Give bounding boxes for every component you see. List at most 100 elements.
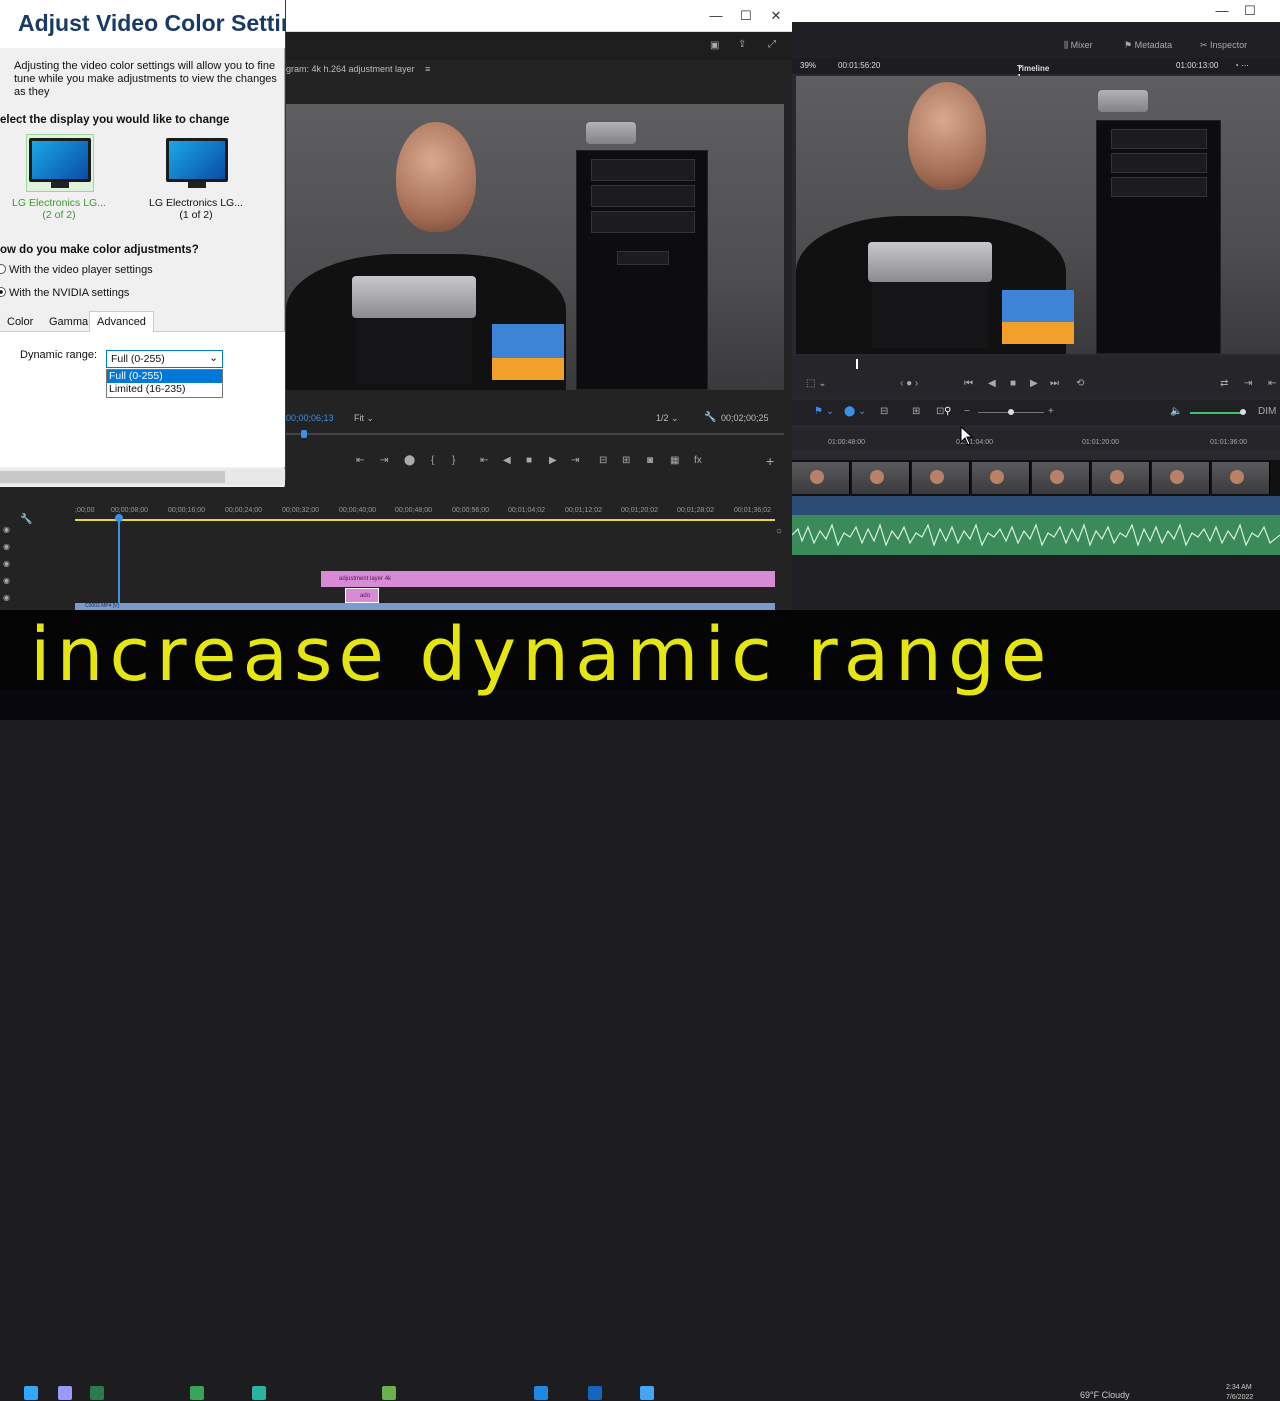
- camera-icon[interactable]: ◙: [647, 455, 653, 466]
- reverse-icon[interactable]: ◀: [988, 378, 996, 389]
- app-icon[interactable]: [382, 1386, 396, 1400]
- scroll-handle-icon[interactable]: ○: [776, 526, 782, 537]
- metadata-button[interactable]: ⚑ Metadata: [1124, 40, 1172, 51]
- fx-icon[interactable]: fx: [694, 455, 702, 466]
- step-forward-icon[interactable]: ⇥: [571, 455, 579, 466]
- app-icon[interactable]: [90, 1386, 104, 1400]
- wrench-icon[interactable]: 🔧: [20, 514, 32, 525]
- maximize-icon[interactable]: ☐: [736, 6, 756, 26]
- export-icon[interactable]: ⇪: [738, 39, 746, 50]
- work-area-bar[interactable]: [75, 519, 775, 521]
- wrench-icon[interactable]: 🔧: [704, 412, 716, 423]
- zoom-out-icon[interactable]: −: [964, 406, 970, 417]
- minimize-icon[interactable]: —: [1212, 1, 1232, 21]
- zoom-detail-icon[interactable]: ⊞: [912, 406, 920, 417]
- radio-video-player[interactable]: With the video player settings: [0, 264, 153, 276]
- playhead-handle[interactable]: [115, 514, 123, 522]
- marker-icon[interactable]: ⬤: [404, 455, 415, 466]
- zoom-slider-handle[interactable]: [1008, 409, 1014, 415]
- timeline-ruler[interactable]: ;00;00 00;00;08;00 00;00;16;00 00;00;24;…: [75, 503, 775, 519]
- video-track-thumbnails[interactable]: [792, 460, 1280, 496]
- next-edit-icon[interactable]: ⇥: [1244, 378, 1252, 389]
- dim-icon[interactable]: DIM: [1258, 406, 1276, 417]
- mark-out-icon[interactable]: ⇥: [380, 455, 388, 466]
- app-icon[interactable]: [588, 1386, 602, 1400]
- resolution-select[interactable]: 1/2 ⌄: [656, 413, 679, 424]
- monitor-icon[interactable]: [166, 138, 228, 190]
- monitor-1-label[interactable]: LG Electronics LG... (1 of 2): [141, 197, 251, 221]
- go-to-end-icon[interactable]: ⏭: [1050, 378, 1059, 389]
- dynamic-range-select[interactable]: Full (0-255) ⌄: [106, 350, 223, 368]
- app-icon[interactable]: [640, 1386, 654, 1400]
- match-frame-icon[interactable]: ⇄: [1220, 378, 1228, 389]
- playhead[interactable]: [301, 430, 307, 438]
- go-to-in-icon[interactable]: ⇤: [480, 455, 488, 466]
- weather-widget[interactable]: 69°F Cloudy: [1080, 1390, 1130, 1400]
- program-video-frame[interactable]: [286, 104, 784, 390]
- app-icon[interactable]: [24, 1386, 38, 1400]
- marker-nav-icon[interactable]: ‹ ● ›: [900, 378, 918, 389]
- stop-icon[interactable]: ■: [1010, 378, 1016, 389]
- insert-icon[interactable]: ⊟: [599, 455, 607, 466]
- timeline-playhead[interactable]: [118, 515, 120, 610]
- tab-gamma[interactable]: Gamma: [43, 314, 94, 330]
- volume-icon[interactable]: 🔈: [1170, 406, 1182, 417]
- horizontal-scrollbar[interactable]: [0, 469, 285, 485]
- flag-icon[interactable]: ⚑ ⌄: [814, 406, 834, 417]
- stop-icon[interactable]: ■: [526, 455, 532, 466]
- marker-icon[interactable]: ⬤ ⌄: [844, 406, 866, 417]
- clock-time[interactable]: 2:34 AM: [1226, 1384, 1252, 1391]
- resolve-viewer[interactable]: [796, 76, 1280, 354]
- monitor-2-label[interactable]: LG Electronics LG... (2 of 2): [4, 197, 114, 221]
- fullscreen-icon[interactable]: ⤢: [768, 39, 776, 50]
- small-clip[interactable]: ado: [345, 588, 379, 603]
- viewer-scrubber[interactable]: [792, 356, 1280, 372]
- mark-in-icon[interactable]: ⇤: [356, 455, 364, 466]
- add-button-icon[interactable]: +: [766, 453, 774, 469]
- app-icon[interactable]: [252, 1386, 266, 1400]
- tab-color[interactable]: Color: [1, 314, 39, 330]
- overwrite-icon[interactable]: ⊞: [622, 455, 630, 466]
- app-icon[interactable]: [534, 1386, 548, 1400]
- timecode-current[interactable]: 00;00;06;13: [286, 413, 334, 423]
- zoom-level[interactable]: 39%: [800, 61, 816, 70]
- option-limited[interactable]: Limited (16-235): [107, 383, 222, 396]
- bracket-in-icon[interactable]: {: [431, 455, 434, 466]
- loop-icon[interactable]: ⟲: [1076, 378, 1084, 389]
- fit-select[interactable]: Fit ⌄: [354, 413, 374, 424]
- eye-icon[interactable]: ◉: [3, 576, 10, 585]
- resolve-ruler[interactable]: 01:00:48:00 01:01:04:00 01:01:20:00 01:0…: [792, 430, 1280, 450]
- audio-track[interactable]: [791, 515, 1280, 555]
- radio-nvidia[interactable]: With the NVIDIA settings: [0, 287, 129, 299]
- adjustment-layer-clip[interactable]: adjustment layer 4k: [321, 571, 775, 587]
- magnifier-icon[interactable]: ⚲: [944, 406, 951, 417]
- go-to-start-icon[interactable]: ⏮: [964, 378, 973, 389]
- eye-icon[interactable]: ◉: [3, 542, 10, 551]
- eye-icon[interactable]: ◉: [3, 559, 10, 568]
- clock-date[interactable]: 7/6/2022: [1226, 1394, 1253, 1401]
- end-icon[interactable]: ⇤: [1268, 378, 1276, 389]
- scroll-thumb[interactable]: [0, 471, 225, 483]
- tab-advanced[interactable]: Advanced: [89, 311, 154, 332]
- step-back-icon[interactable]: ◀: [503, 455, 511, 466]
- scrubber-playhead[interactable]: [856, 359, 858, 369]
- mini-scrubber[interactable]: [286, 433, 784, 435]
- app-icon[interactable]: [58, 1386, 72, 1400]
- play-icon[interactable]: ▶: [549, 455, 557, 466]
- mixer-button[interactable]: ⫼ Mixer: [1064, 40, 1093, 51]
- minimize-icon[interactable]: —: [706, 6, 726, 26]
- zoom-full-icon[interactable]: ⊟: [880, 406, 888, 417]
- panel-menu-icon[interactable]: ≡: [425, 64, 430, 74]
- eye-icon[interactable]: ◉: [3, 593, 10, 602]
- maximize-icon[interactable]: ☐: [1240, 1, 1260, 21]
- bracket-out-icon[interactable]: }: [452, 455, 455, 466]
- inspector-button[interactable]: ✂ Inspector: [1200, 40, 1247, 51]
- viewer-mode-icon[interactable]: ⬚ ⌄: [806, 378, 827, 389]
- timeline-name[interactable]: Timeline 1 ⌄: [1017, 61, 1049, 82]
- app-icon[interactable]: [190, 1386, 204, 1400]
- eye-icon[interactable]: ◉: [3, 525, 10, 534]
- options-icon[interactable]: ◔ ⋯: [1234, 61, 1249, 70]
- volume-handle[interactable]: [1240, 409, 1246, 415]
- play-icon[interactable]: ▶: [1030, 378, 1038, 389]
- safe-margins-icon[interactable]: ▣: [710, 40, 719, 51]
